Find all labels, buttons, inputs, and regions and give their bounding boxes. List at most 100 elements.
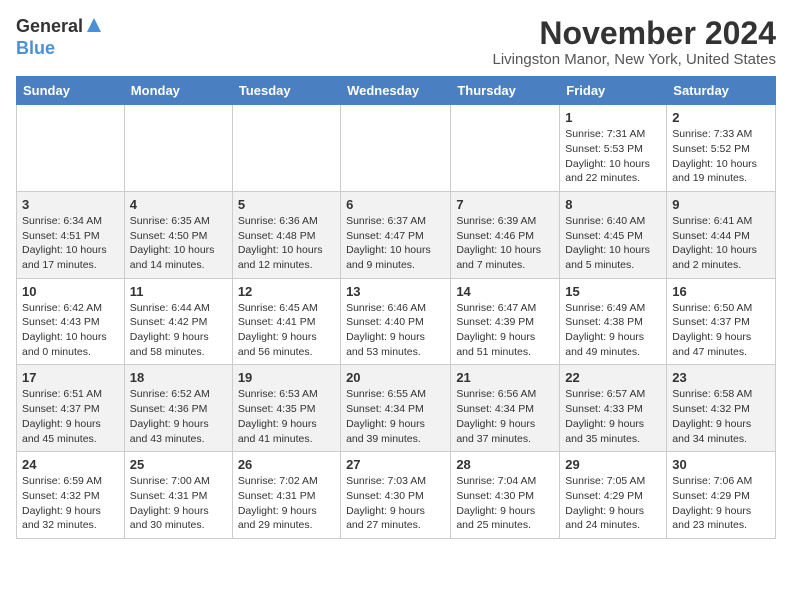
day-number: 22	[565, 370, 661, 385]
title-block: November 2024 Livingston Manor, New York…	[493, 16, 777, 68]
calendar-cell: 22 Sunrise: 6:57 AM Sunset: 4:33 PM Dayli…	[560, 365, 667, 452]
day-info: Sunrise: 6:39 AM Sunset: 4:46 PM Dayligh…	[456, 214, 554, 273]
day-info: Sunrise: 6:41 AM Sunset: 4:44 PM Dayligh…	[672, 214, 770, 273]
header-tuesday: Tuesday	[232, 77, 340, 105]
calendar-cell	[451, 105, 560, 192]
day-info: Sunrise: 6:59 AM Sunset: 4:32 PM Dayligh…	[22, 474, 119, 533]
day-info: Sunrise: 6:47 AM Sunset: 4:39 PM Dayligh…	[456, 301, 554, 360]
calendar-cell	[17, 105, 125, 192]
calendar-cell: 21 Sunrise: 6:56 AM Sunset: 4:34 PM Dayli…	[451, 365, 560, 452]
logo-general-text: General	[16, 17, 83, 37]
calendar-row-4: 24 Sunrise: 6:59 AM Sunset: 4:32 PM Dayli…	[17, 452, 776, 539]
calendar-cell: 17 Sunrise: 6:51 AM Sunset: 4:37 PM Dayli…	[17, 365, 125, 452]
location-title: Livingston Manor, New York, United State…	[493, 51, 777, 68]
calendar-cell: 26Sunrise: 7:02 AM Sunset: 4:31 PM Dayli…	[232, 452, 340, 539]
calendar-row-0: 1Sunrise: 7:31 AM Sunset: 5:53 PM Daylig…	[17, 105, 776, 192]
day-info: Sunrise: 6:42 AM Sunset: 4:43 PM Dayligh…	[22, 301, 119, 360]
day-info: Sunrise: 6:49 AM Sunset: 4:38 PM Dayligh…	[565, 301, 661, 360]
day-info: Sunrise: 7:33 AM Sunset: 5:52 PM Dayligh…	[672, 127, 770, 186]
logo-triangle-icon	[85, 16, 103, 34]
calendar-cell: 12 Sunrise: 6:45 AM Sunset: 4:41 PM Dayli…	[232, 278, 340, 365]
header-friday: Friday	[560, 77, 667, 105]
calendar-cell: 23Sunrise: 6:58 AM Sunset: 4:32 PM Dayli…	[667, 365, 776, 452]
calendar-cell: 24 Sunrise: 6:59 AM Sunset: 4:32 PM Dayli…	[17, 452, 125, 539]
day-number: 13	[346, 284, 445, 299]
day-number: 6	[346, 197, 445, 212]
calendar-cell	[341, 105, 451, 192]
day-number: 16	[672, 284, 770, 299]
day-number: 12	[238, 284, 335, 299]
calendar-cell: 14 Sunrise: 6:47 AM Sunset: 4:39 PM Dayli…	[451, 278, 560, 365]
month-title: November 2024	[493, 16, 777, 51]
day-number: 7	[456, 197, 554, 212]
calendar-cell: 20 Sunrise: 6:55 AM Sunset: 4:34 PM Dayli…	[341, 365, 451, 452]
header-saturday: Saturday	[667, 77, 776, 105]
day-info: Sunrise: 6:55 AM Sunset: 4:34 PM Dayligh…	[346, 387, 445, 446]
day-number: 15	[565, 284, 661, 299]
day-number: 11	[130, 284, 227, 299]
calendar-cell: 16Sunrise: 6:50 AM Sunset: 4:37 PM Dayli…	[667, 278, 776, 365]
day-info: Sunrise: 6:56 AM Sunset: 4:34 PM Dayligh…	[456, 387, 554, 446]
calendar-cell: 11 Sunrise: 6:44 AM Sunset: 4:42 PM Dayli…	[124, 278, 232, 365]
day-number: 8	[565, 197, 661, 212]
day-number: 21	[456, 370, 554, 385]
day-info: Sunrise: 7:04 AM Sunset: 4:30 PM Dayligh…	[456, 474, 554, 533]
day-number: 30	[672, 457, 770, 472]
calendar-cell	[232, 105, 340, 192]
day-number: 2	[672, 110, 770, 125]
day-info: Sunrise: 6:44 AM Sunset: 4:42 PM Dayligh…	[130, 301, 227, 360]
day-info: Sunrise: 6:45 AM Sunset: 4:41 PM Dayligh…	[238, 301, 335, 360]
day-number: 29	[565, 457, 661, 472]
calendar-cell: 6 Sunrise: 6:37 AM Sunset: 4:47 PM Daylig…	[341, 191, 451, 278]
day-info: Sunrise: 6:40 AM Sunset: 4:45 PM Dayligh…	[565, 214, 661, 273]
day-info: Sunrise: 6:51 AM Sunset: 4:37 PM Dayligh…	[22, 387, 119, 446]
calendar-cell: 9Sunrise: 6:41 AM Sunset: 4:44 PM Daylig…	[667, 191, 776, 278]
header-thursday: Thursday	[451, 77, 560, 105]
calendar-cell: 5 Sunrise: 6:36 AM Sunset: 4:48 PM Daylig…	[232, 191, 340, 278]
calendar-cell: 18Sunrise: 6:52 AM Sunset: 4:36 PM Dayli…	[124, 365, 232, 452]
day-number: 27	[346, 457, 445, 472]
calendar-cell: 2 Sunrise: 7:33 AM Sunset: 5:52 PM Daylig…	[667, 105, 776, 192]
calendar-cell: 1Sunrise: 7:31 AM Sunset: 5:53 PM Daylig…	[560, 105, 667, 192]
day-number: 5	[238, 197, 335, 212]
day-number: 1	[565, 110, 661, 125]
day-info: Sunrise: 6:35 AM Sunset: 4:50 PM Dayligh…	[130, 214, 227, 273]
calendar-cell: 25 Sunrise: 7:00 AM Sunset: 4:31 PM Dayli…	[124, 452, 232, 539]
calendar-row-3: 17 Sunrise: 6:51 AM Sunset: 4:37 PM Dayli…	[17, 365, 776, 452]
day-number: 14	[456, 284, 554, 299]
logo: General Blue	[16, 16, 103, 58]
day-info: Sunrise: 7:00 AM Sunset: 4:31 PM Dayligh…	[130, 474, 227, 533]
calendar-table: SundayMondayTuesdayWednesdayThursdayFrid…	[16, 76, 776, 539]
calendar-cell: 10 Sunrise: 6:42 AM Sunset: 4:43 PM Dayli…	[17, 278, 125, 365]
day-info: Sunrise: 6:57 AM Sunset: 4:33 PM Dayligh…	[565, 387, 661, 446]
calendar-cell: 7 Sunrise: 6:39 AM Sunset: 4:46 PM Daylig…	[451, 191, 560, 278]
calendar-cell: 19Sunrise: 6:53 AM Sunset: 4:35 PM Dayli…	[232, 365, 340, 452]
day-number: 24	[22, 457, 119, 472]
day-number: 26	[238, 457, 335, 472]
day-info: Sunrise: 7:03 AM Sunset: 4:30 PM Dayligh…	[346, 474, 445, 533]
day-number: 25	[130, 457, 227, 472]
day-number: 28	[456, 457, 554, 472]
day-number: 20	[346, 370, 445, 385]
day-number: 19	[238, 370, 335, 385]
day-info: Sunrise: 6:52 AM Sunset: 4:36 PM Dayligh…	[130, 387, 227, 446]
calendar-cell: 28 Sunrise: 7:04 AM Sunset: 4:30 PM Dayli…	[451, 452, 560, 539]
day-number: 10	[22, 284, 119, 299]
day-info: Sunrise: 7:06 AM Sunset: 4:29 PM Dayligh…	[672, 474, 770, 533]
day-info: Sunrise: 6:37 AM Sunset: 4:47 PM Dayligh…	[346, 214, 445, 273]
day-info: Sunrise: 6:34 AM Sunset: 4:51 PM Dayligh…	[22, 214, 119, 273]
day-info: Sunrise: 7:05 AM Sunset: 4:29 PM Dayligh…	[565, 474, 661, 533]
calendar-header-row: SundayMondayTuesdayWednesdayThursdayFrid…	[17, 77, 776, 105]
calendar-cell: 29 Sunrise: 7:05 AM Sunset: 4:29 PM Dayli…	[560, 452, 667, 539]
day-number: 17	[22, 370, 119, 385]
header-wednesday: Wednesday	[341, 77, 451, 105]
logo-blue-text: Blue	[16, 38, 55, 58]
calendar-cell: 27 Sunrise: 7:03 AM Sunset: 4:30 PM Dayli…	[341, 452, 451, 539]
day-number: 4	[130, 197, 227, 212]
header-sunday: Sunday	[17, 77, 125, 105]
day-info: Sunrise: 6:36 AM Sunset: 4:48 PM Dayligh…	[238, 214, 335, 273]
calendar-cell	[124, 105, 232, 192]
calendar-cell: 30 Sunrise: 7:06 AM Sunset: 4:29 PM Dayli…	[667, 452, 776, 539]
header-monday: Monday	[124, 77, 232, 105]
day-number: 3	[22, 197, 119, 212]
